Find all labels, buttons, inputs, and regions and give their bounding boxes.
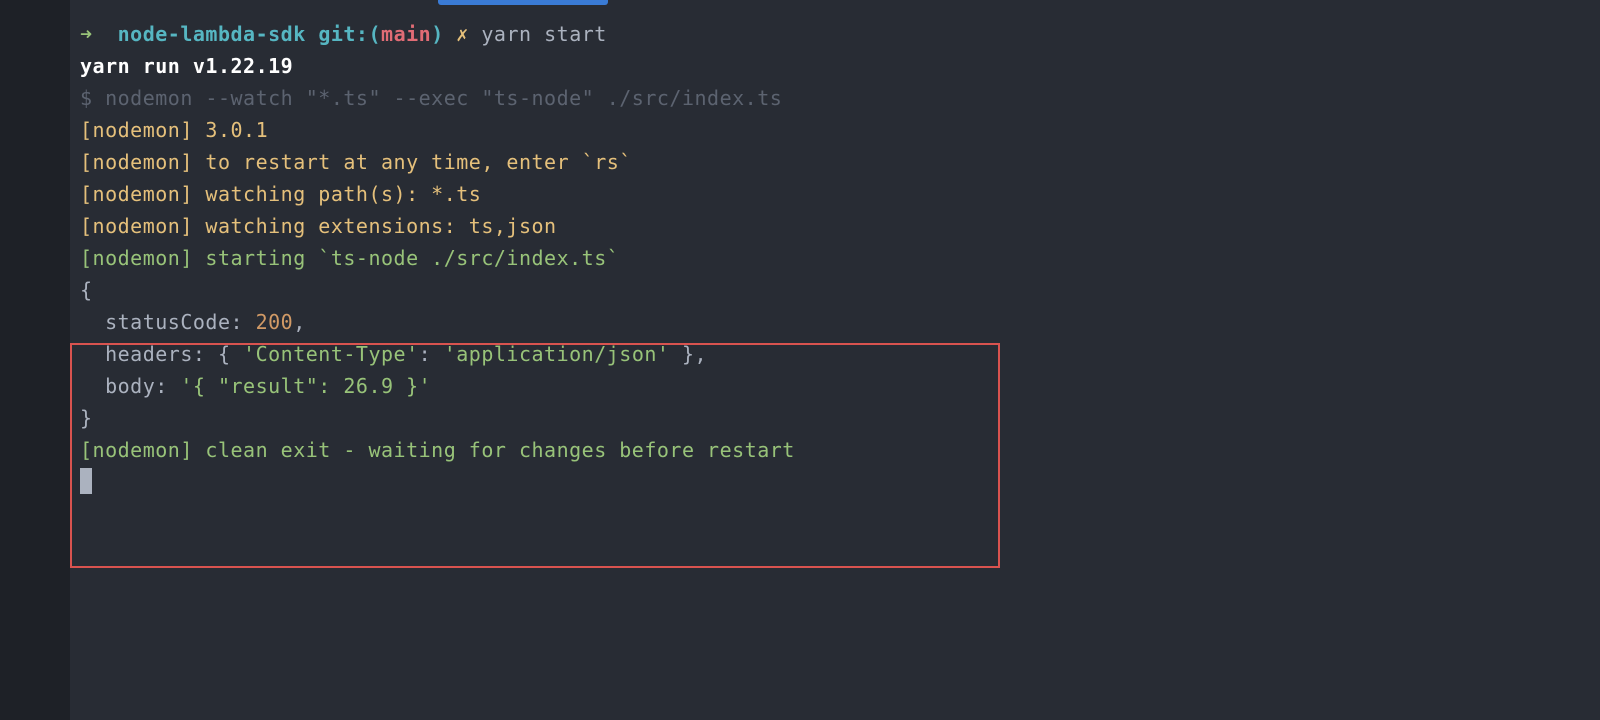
dirty-indicator-icon: ✗ (456, 22, 469, 46)
output-line: } (80, 402, 1600, 434)
cursor-icon (80, 468, 92, 494)
status-code-value: 200 (256, 310, 294, 334)
command-name: yarn (481, 22, 531, 46)
output-line: { (80, 274, 1600, 306)
nodemon-tag: [nodemon] (80, 214, 193, 238)
command-arg: start (544, 22, 607, 46)
output-line: headers: { 'Content-Type': 'application/… (80, 338, 1600, 370)
dollar-sign: $ (80, 86, 93, 110)
terminal-panel[interactable]: ➜ node-lambda-sdk git:(main) ✗ yarn star… (70, 0, 1600, 720)
nodemon-tag: [nodemon] (80, 150, 193, 174)
nodemon-tag: [nodemon] (80, 246, 193, 270)
nodemon-line: [nodemon] 3.0.1 (80, 114, 1600, 146)
nodemon-tag: [nodemon] (80, 182, 193, 206)
output-line: body: '{ "result": 26.9 }' (80, 370, 1600, 402)
prompt-line: ➜ node-lambda-sdk git:(main) ✗ yarn star… (80, 18, 1600, 50)
nodemon-tag: [nodemon] (80, 118, 193, 142)
prompt-arrow-icon: ➜ (80, 22, 93, 46)
nodemon-line: [nodemon] watching path(s): *.ts (80, 178, 1600, 210)
cursor-line[interactable] (80, 466, 1600, 498)
body-value: '{ "result": 26.9 }' (180, 374, 431, 398)
output-line: statusCode: 200, (80, 306, 1600, 338)
nodemon-line: [nodemon] to restart at any time, enter … (80, 146, 1600, 178)
gutter (0, 0, 70, 720)
nodemon-line: [nodemon] watching extensions: ts,json (80, 210, 1600, 242)
active-tab-indicator (438, 0, 608, 5)
yarn-version-line: yarn run v1.22.19 (80, 50, 1600, 82)
nodemon-line: [nodemon] starting `ts-node ./src/index.… (80, 242, 1600, 274)
exec-line: $ nodemon --watch "*.ts" --exec "ts-node… (80, 82, 1600, 114)
git-label: git: (318, 22, 368, 46)
git-branch: main (381, 22, 431, 46)
nodemon-exit-line: [nodemon] clean exit - waiting for chang… (80, 434, 1600, 466)
nodemon-tag: [nodemon] (80, 438, 193, 462)
prompt-directory: node-lambda-sdk (118, 22, 306, 46)
